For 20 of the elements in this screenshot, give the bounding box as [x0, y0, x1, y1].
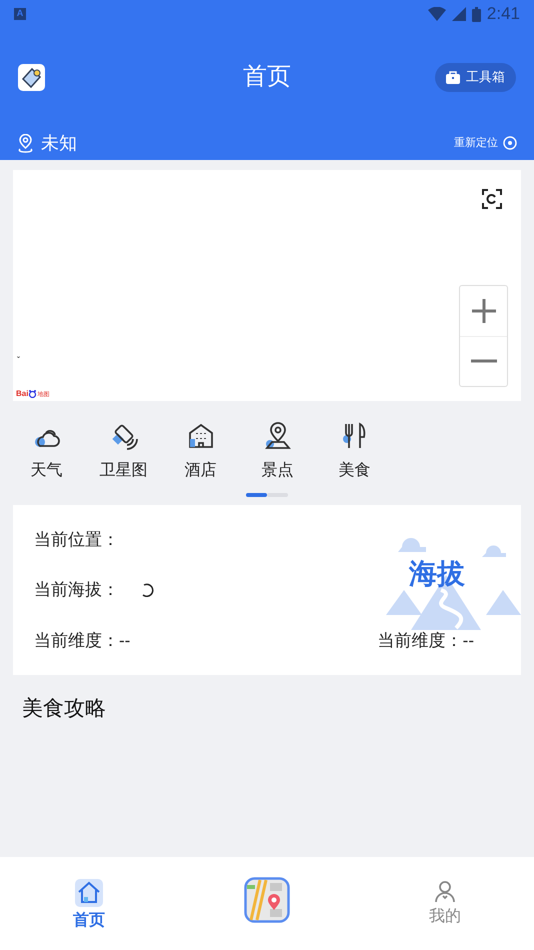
position-label: 当前位置：: [34, 529, 120, 551]
category-item[interactable]: 卫星图: [85, 421, 162, 483]
category-item[interactable]: 天气: [8, 421, 85, 483]
latitude-text: 当前维度：--: [34, 630, 130, 652]
altitude-label: 当前海拔：: [34, 579, 119, 602]
scale-mark: ˇ: [17, 356, 20, 365]
toolbox-button[interactable]: 工具箱: [435, 62, 516, 92]
category-item[interactable]: 美食: [316, 421, 393, 483]
longitude-text: 当前维度：--: [378, 630, 474, 652]
relocate-button[interactable]: 重新定位: [454, 134, 517, 152]
category-item[interactable]: 酒店: [162, 421, 239, 483]
page-title: 首页: [243, 62, 291, 92]
altitude-illustration-text: 海拔: [409, 557, 465, 591]
notification-icon: A: [14, 8, 26, 20]
nav-tab[interactable]: 我的: [356, 879, 534, 929]
category-item[interactable]: 景点: [239, 421, 316, 483]
section-title: 美食攻略: [21, 696, 107, 722]
clock: 2:41: [486, 3, 520, 26]
nav-tab[interactable]: 首页: [0, 879, 178, 933]
city-name: 未知: [41, 132, 77, 154]
